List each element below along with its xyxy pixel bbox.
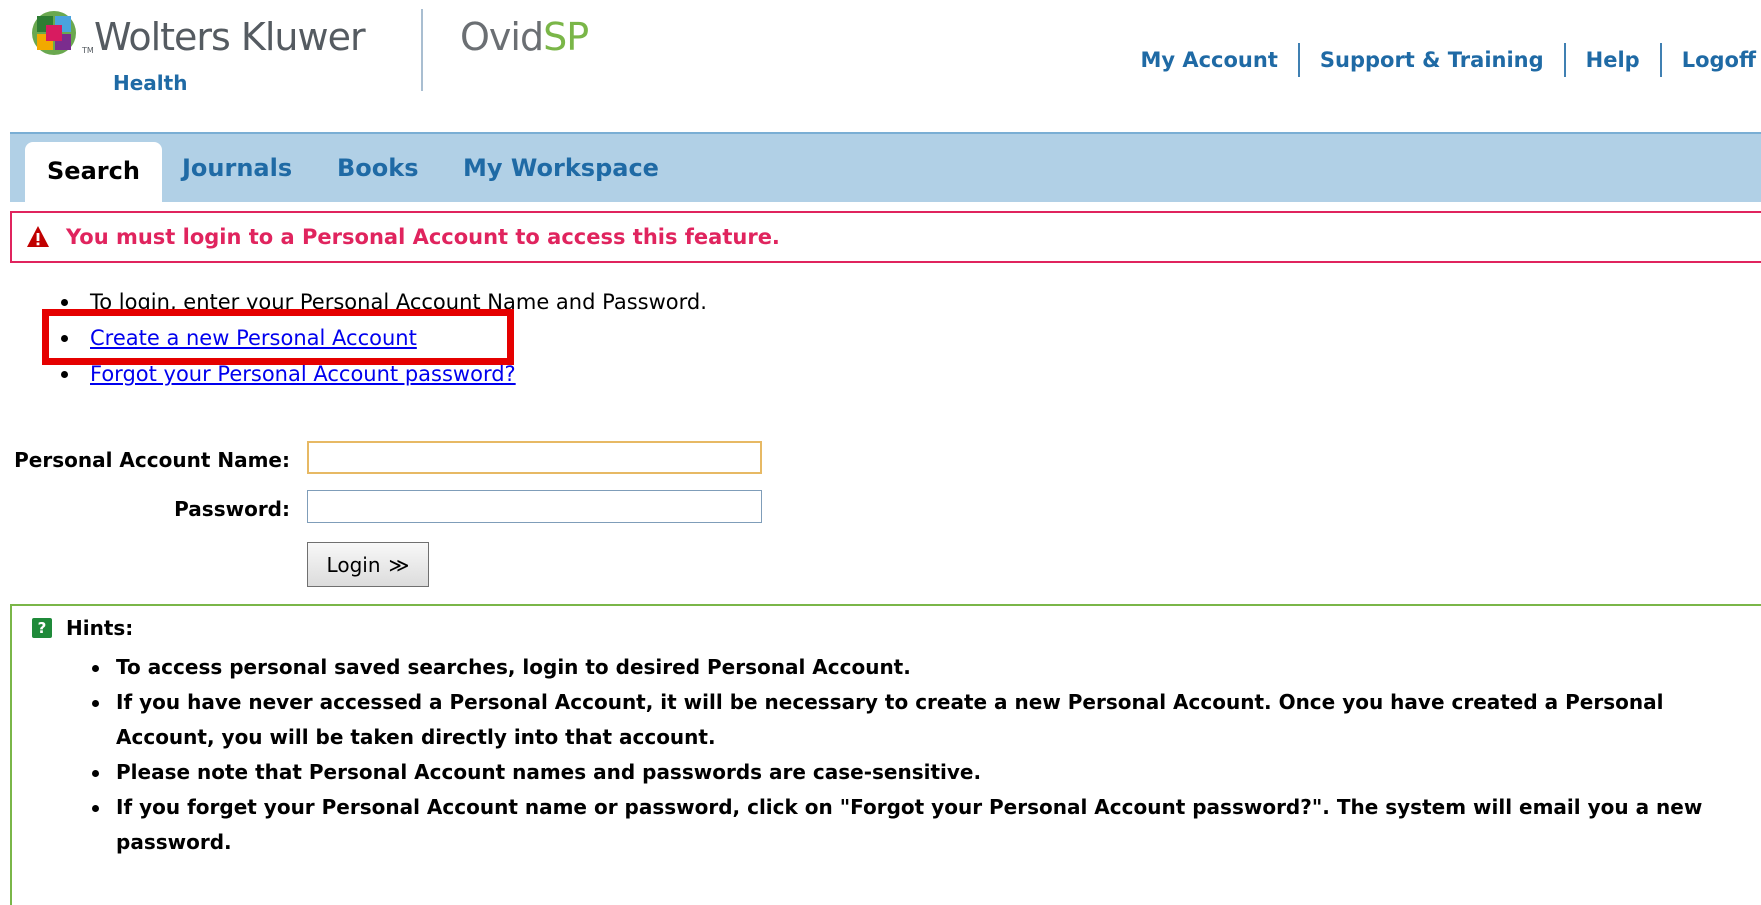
hints-title: Hints:	[66, 616, 134, 640]
list-item: Create a new Personal Account	[56, 320, 707, 356]
hints-panel: ? Hints: To access personal saved search…	[10, 604, 1761, 905]
hints-list: To access personal saved searches, login…	[88, 650, 1728, 860]
help-link[interactable]: Help	[1586, 48, 1640, 72]
warning-icon	[27, 226, 49, 247]
link-separator	[1297, 43, 1300, 77]
login-button[interactable]: Login ≫	[307, 542, 429, 587]
support-training-link[interactable]: Support & Training	[1320, 48, 1544, 72]
create-account-link[interactable]: Create a new Personal Account	[90, 326, 417, 350]
account-name-label: Personal Account Name:	[14, 448, 290, 472]
account-name-input[interactable]	[307, 441, 762, 474]
link-separator	[1563, 43, 1566, 77]
password-label: Password:	[174, 497, 290, 521]
wolters-kluwer-logo-icon	[32, 11, 76, 55]
alert-message: You must login to a Personal Account to …	[66, 225, 780, 249]
list-item: If you forget your Personal Account name…	[88, 790, 1728, 860]
brand-subtitle: Health	[113, 71, 188, 95]
list-item: Please note that Personal Account names …	[88, 755, 1728, 790]
login-instruction: To login, enter your Personal Account Na…	[90, 290, 707, 314]
login-required-alert: You must login to a Personal Account to …	[10, 211, 1761, 263]
main-tab-bar: Search Journals Books My Workspace	[10, 132, 1761, 202]
list-item: Forgot your Personal Account password?	[56, 356, 707, 392]
password-input[interactable]	[307, 490, 762, 523]
list-item: To login, enter your Personal Account Na…	[56, 284, 707, 320]
login-info-list: To login, enter your Personal Account Na…	[56, 284, 707, 392]
product-name-part2: SP	[543, 15, 589, 59]
tab-books[interactable]: Books	[337, 134, 419, 202]
logo-tm: TM	[82, 46, 94, 55]
top-links: My Account Support & Training Help Logof…	[1140, 43, 1756, 77]
product-name: OvidSP	[460, 15, 589, 59]
forgot-password-link[interactable]: Forgot your Personal Account password?	[90, 362, 516, 386]
list-item: To access personal saved searches, login…	[88, 650, 1728, 685]
help-question-icon: ?	[32, 618, 52, 638]
tab-search[interactable]: Search	[25, 142, 162, 202]
logoff-link[interactable]: Logoff	[1682, 48, 1756, 72]
link-separator	[1659, 43, 1662, 77]
login-button-label: Login	[326, 552, 381, 577]
tab-my-workspace[interactable]: My Workspace	[463, 134, 659, 202]
my-account-link[interactable]: My Account	[1140, 48, 1277, 72]
tab-journals[interactable]: Journals	[182, 134, 292, 202]
product-name-part1: Ovid	[460, 15, 544, 59]
double-chevron-right-icon: ≫	[388, 552, 410, 577]
logo-divider	[421, 9, 423, 91]
list-item: If you have never accessed a Personal Ac…	[88, 685, 1728, 755]
brand-name: Wolters Kluwer	[94, 15, 366, 59]
